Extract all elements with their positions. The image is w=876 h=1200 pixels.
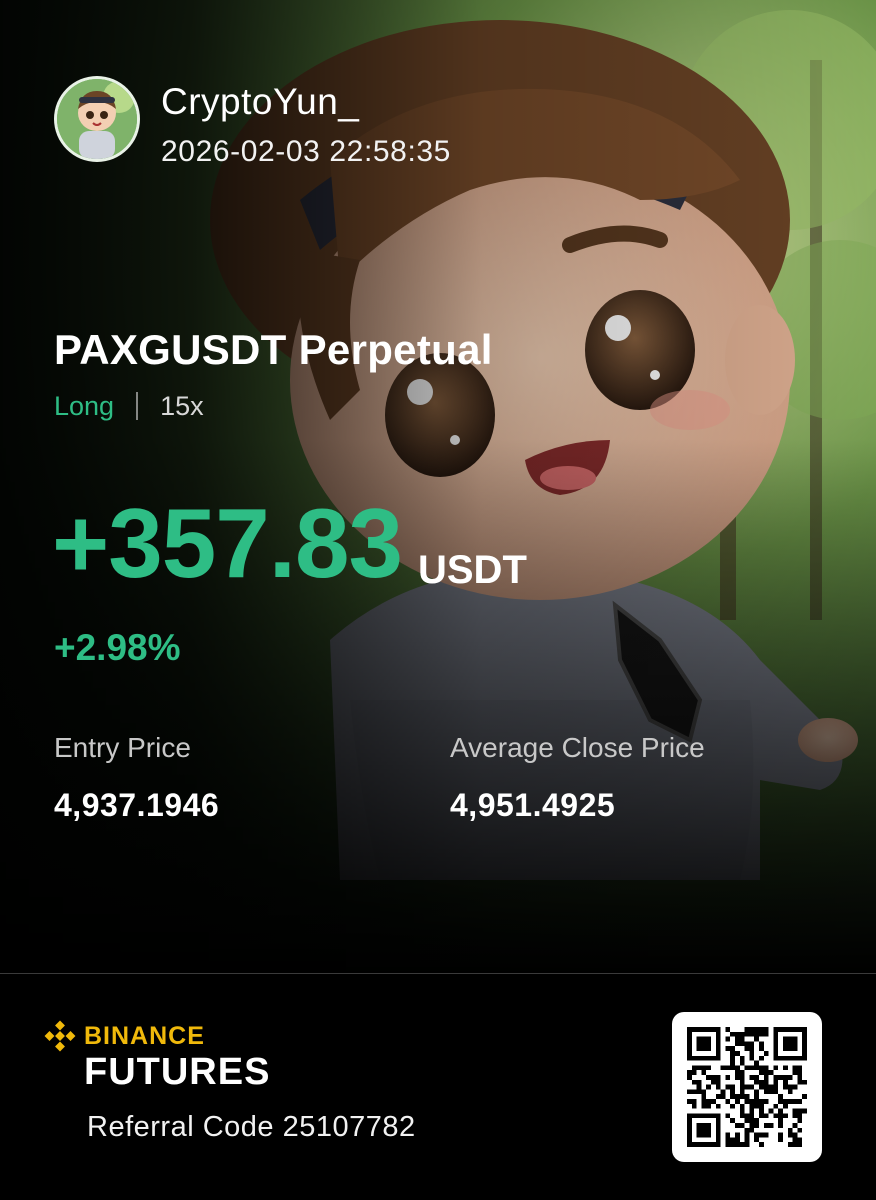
leverage: 15x — [160, 391, 204, 421]
brand-name: BINANCE — [84, 1022, 205, 1050]
avatar — [54, 76, 140, 162]
position-side: Long — [54, 391, 115, 421]
brand-product: FUTURES — [84, 1051, 271, 1093]
pnl-amount: +357.83 — [52, 488, 403, 598]
entry-price-block: Entry Price 4,937.1946 — [54, 731, 219, 825]
avatar-image — [57, 79, 137, 159]
pnl-row: +357.83 USDT — [52, 488, 527, 598]
qr-code — [672, 1012, 822, 1162]
brand-block: BINANCE FUTURES — [44, 1020, 270, 1092]
qr-code-icon — [687, 1027, 807, 1147]
footer-divider — [0, 973, 876, 974]
close-price-value: 4,951.4925 — [450, 787, 616, 823]
entry-price-value: 4,937.1946 — [54, 787, 220, 823]
entry-price-label: Entry Price — [54, 732, 191, 763]
referral-code: Referral Code 25107782 — [87, 1111, 416, 1143]
pnl-percent: +2.98% — [54, 627, 181, 668]
divider — [136, 392, 139, 420]
username: CryptoYun_ — [161, 81, 360, 122]
pnl-unit: USDT — [417, 548, 527, 592]
binance-logo-icon — [44, 1020, 76, 1052]
user-header: CryptoYun_ 2026-02-03 22:58:35 — [54, 76, 451, 170]
close-price-label: Average Close Price — [450, 732, 705, 763]
close-price-block: Average Close Price 4,951.4925 — [450, 731, 705, 825]
position-info-row: Long 15x — [54, 389, 204, 423]
trading-pair: PAXGUSDT Perpetual — [54, 326, 493, 373]
timestamp: 2026-02-03 22:58:35 — [161, 135, 451, 168]
pnl-share-card: CryptoYun_ 2026-02-03 22:58:35 PAXGUSDT … — [0, 0, 876, 1200]
